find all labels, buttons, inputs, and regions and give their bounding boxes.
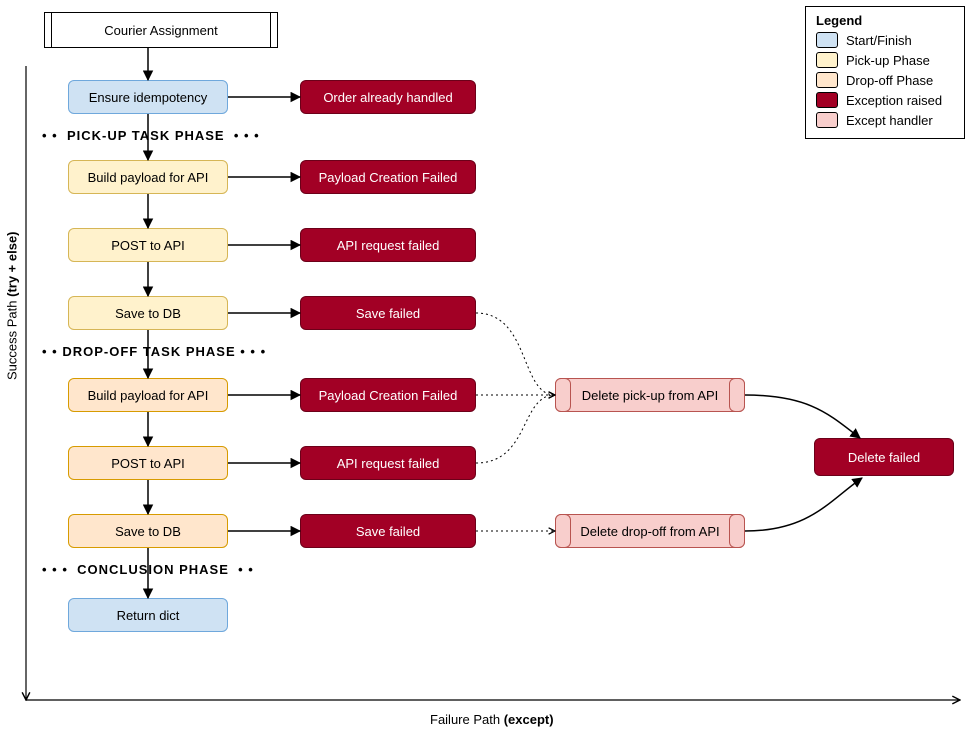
- node-save-failed-1: Save failed: [300, 296, 476, 330]
- node-post-api-2: POST to API: [68, 446, 228, 480]
- node-build-payload-2: Build payload for API: [68, 378, 228, 412]
- legend-row-handler: Except handler: [816, 112, 954, 128]
- phase-dropoff: • • DROP-OFF TASK PHASE • • •: [42, 344, 266, 359]
- legend-swatch-exception: [816, 92, 838, 108]
- title-text: Courier Assignment: [104, 23, 217, 38]
- node-build-payload-1-label: Build payload for API: [88, 170, 209, 185]
- legend-title: Legend: [816, 13, 954, 28]
- legend-swatch-handler: [816, 112, 838, 128]
- node-return-dict: Return dict: [68, 598, 228, 632]
- node-save-db-1: Save to DB: [68, 296, 228, 330]
- node-save-failed-2: Save failed: [300, 514, 476, 548]
- node-save-failed-1-label: Save failed: [356, 306, 420, 321]
- node-save-db-1-label: Save to DB: [115, 306, 181, 321]
- node-api-failed-1-label: API request failed: [337, 238, 440, 253]
- node-delete-failed: Delete failed: [814, 438, 954, 476]
- node-return-dict-label: Return dict: [117, 608, 180, 623]
- node-post-api-2-label: POST to API: [111, 456, 184, 471]
- node-save-db-2: Save to DB: [68, 514, 228, 548]
- node-ensure-idempotency: Ensure idempotency: [68, 80, 228, 114]
- node-delete-pickup-label: Delete pick-up from API: [582, 388, 719, 403]
- node-order-handled-label: Order already handled: [323, 90, 452, 105]
- x-axis-label: Failure Path (except): [430, 712, 554, 727]
- node-delete-dropoff: Delete drop-off from API: [555, 514, 745, 548]
- legend-row-dropoff: Drop-off Phase: [816, 72, 954, 88]
- node-api-failed-2: API request failed: [300, 446, 476, 480]
- node-ensure-idempotency-label: Ensure idempotency: [89, 90, 208, 105]
- node-payload-failed-2-label: Payload Creation Failed: [319, 388, 458, 403]
- legend-swatch-dropoff: [816, 72, 838, 88]
- legend-label-handler: Except handler: [846, 113, 933, 128]
- legend-label-pickup: Pick-up Phase: [846, 53, 930, 68]
- node-payload-failed-1: Payload Creation Failed: [300, 160, 476, 194]
- node-payload-failed-1-label: Payload Creation Failed: [319, 170, 458, 185]
- phase-conclusion: • • • CONCLUSION PHASE • •: [42, 562, 254, 577]
- legend-swatch-pickup: [816, 52, 838, 68]
- legend-label-dropoff: Drop-off Phase: [846, 73, 933, 88]
- legend-row-pickup: Pick-up Phase: [816, 52, 954, 68]
- y-axis-label: Success Path (try + else): [5, 231, 20, 380]
- node-api-failed-2-label: API request failed: [337, 456, 440, 471]
- title-box: Courier Assignment: [44, 12, 278, 48]
- node-build-payload-1: Build payload for API: [68, 160, 228, 194]
- node-order-handled: Order already handled: [300, 80, 476, 114]
- phase-pickup: • • PICK-UP TASK PHASE • • •: [42, 128, 260, 143]
- node-delete-pickup: Delete pick-up from API: [555, 378, 745, 412]
- node-save-db-2-label: Save to DB: [115, 524, 181, 539]
- legend-row-start: Start/Finish: [816, 32, 954, 48]
- legend-swatch-start: [816, 32, 838, 48]
- node-payload-failed-2: Payload Creation Failed: [300, 378, 476, 412]
- node-save-failed-2-label: Save failed: [356, 524, 420, 539]
- node-delete-dropoff-label: Delete drop-off from API: [580, 524, 719, 539]
- node-post-api-1-label: POST to API: [111, 238, 184, 253]
- legend-label-exception: Exception raised: [846, 93, 942, 108]
- legend-panel: Legend Start/Finish Pick-up Phase Drop-o…: [805, 6, 965, 139]
- node-post-api-1: POST to API: [68, 228, 228, 262]
- node-api-failed-1: API request failed: [300, 228, 476, 262]
- legend-row-exception: Exception raised: [816, 92, 954, 108]
- legend-label-start: Start/Finish: [846, 33, 912, 48]
- node-delete-failed-label: Delete failed: [848, 450, 920, 465]
- node-build-payload-2-label: Build payload for API: [88, 388, 209, 403]
